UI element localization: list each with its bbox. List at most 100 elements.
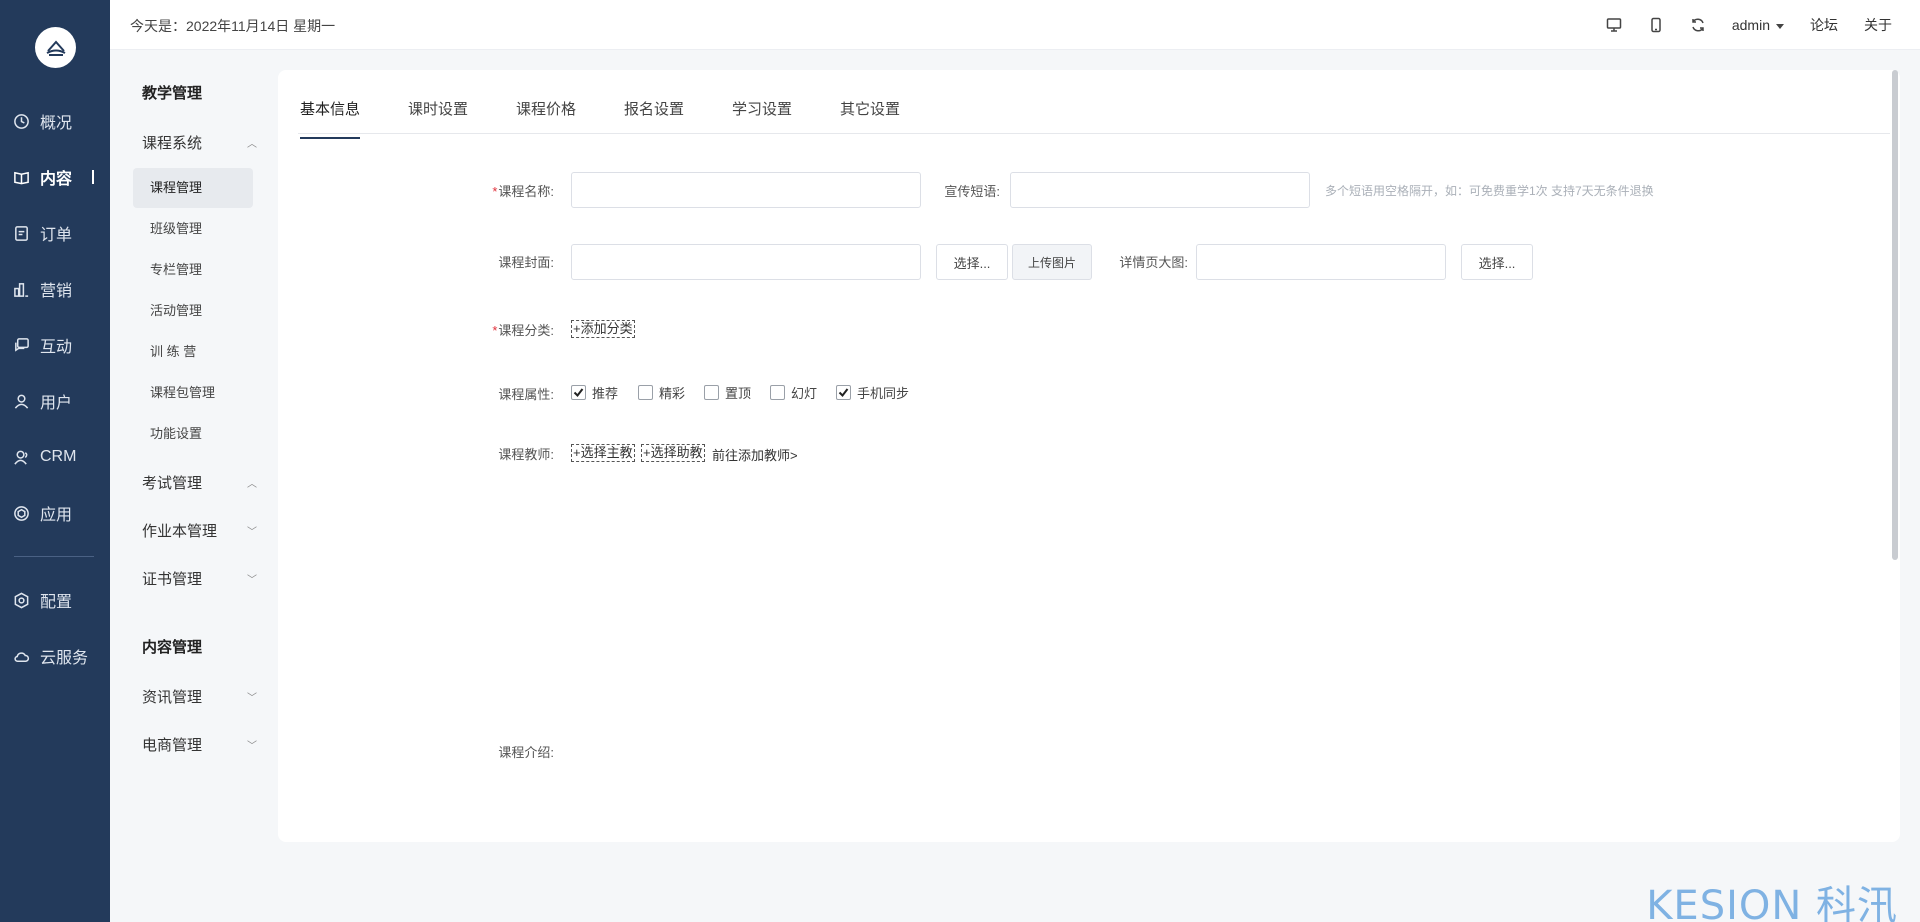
sub-item-activity-management[interactable]: 活动管理 xyxy=(133,291,253,331)
scrollbar[interactable] xyxy=(1892,70,1898,560)
course-form-card: 基本信息 课时设置 课程价格 报名设置 学习设置 其它设置 *课程名称: 宣传短… xyxy=(278,70,1900,842)
chevron-down-icon: ﹀ xyxy=(247,575,257,586)
attr-mobile-sync-checkbox[interactable]: 手机同步 xyxy=(836,383,909,402)
cover-input[interactable] xyxy=(571,244,921,280)
nav-item-config[interactable]: 配置 xyxy=(0,580,110,620)
tab-basic-info[interactable]: 基本信息 xyxy=(300,98,361,139)
sub-item-class-management[interactable]: 班级管理 xyxy=(133,209,253,249)
course-name-input[interactable] xyxy=(571,172,921,208)
contacts-icon xyxy=(12,448,30,466)
nav-label: 云服务 xyxy=(40,650,89,667)
tab-enrollment-settings[interactable]: 报名设置 xyxy=(624,98,684,137)
checkbox-unchecked-icon xyxy=(770,385,785,400)
detail-image-select-button[interactable]: 选择... xyxy=(1461,244,1533,280)
nav-divider xyxy=(14,556,94,557)
slogan-input[interactable] xyxy=(1010,172,1310,208)
sub-item-function-settings[interactable]: 功能设置 xyxy=(133,414,253,454)
attr-pin-top-checkbox[interactable]: 置顶 xyxy=(704,383,751,402)
tab-course-price[interactable]: 课程价格 xyxy=(516,98,576,137)
nav-item-crm[interactable]: CRM xyxy=(0,437,110,477)
checkbox-checked-icon xyxy=(836,385,851,400)
nav-label: 营销 xyxy=(40,283,73,300)
tab-other-settings[interactable]: 其它设置 xyxy=(840,98,900,137)
group-label: 课程系统 xyxy=(142,135,203,152)
required-mark: * xyxy=(492,184,498,199)
bar-chart-icon xyxy=(12,280,30,298)
nav-label: 用户 xyxy=(40,395,73,412)
group-homework-management[interactable]: 作业本管理 ﹀ xyxy=(142,520,257,541)
username: admin xyxy=(1731,17,1770,33)
checkbox-label: 置顶 xyxy=(725,386,752,401)
brand-watermark: KESION 科汛 xyxy=(1646,883,1898,922)
go-add-teacher-link[interactable]: 前往添加教师> xyxy=(712,445,798,464)
nav-item-marketing[interactable]: 营销 xyxy=(0,269,110,309)
checkbox-label: 推荐 xyxy=(592,386,619,401)
user-icon xyxy=(12,392,30,410)
about-link[interactable]: 关于 xyxy=(1864,15,1892,35)
nav-item-overview[interactable]: 概况 xyxy=(0,101,110,141)
teacher-label: 课程教师: xyxy=(498,447,554,462)
detail-image-input[interactable] xyxy=(1196,244,1446,280)
group-ecommerce-management[interactable]: 电商管理 ﹀ xyxy=(142,734,257,755)
intro-label: 课程介绍: xyxy=(498,745,554,760)
mobile-icon[interactable] xyxy=(1648,17,1664,33)
add-category-link[interactable]: +添加分类 xyxy=(571,320,635,338)
group-news-management[interactable]: 资讯管理 ﹀ xyxy=(142,686,257,707)
chevron-down-icon: ﹀ xyxy=(247,527,257,538)
attr-slideshow-checkbox[interactable]: 幻灯 xyxy=(770,383,817,402)
forum-link[interactable]: 论坛 xyxy=(1810,15,1838,35)
sub-item-column-management[interactable]: 专栏管理 xyxy=(133,250,253,290)
section-heading-content: 内容管理 xyxy=(142,639,203,656)
nav-item-apps[interactable]: 应用 xyxy=(0,493,110,533)
nav-item-users[interactable]: 用户 xyxy=(0,381,110,421)
course-name-label: *课程名称: xyxy=(478,181,554,200)
top-bar: 今天是：2022年11月14日 星期一 admin 论坛 关于 xyxy=(110,0,1920,50)
book-icon xyxy=(12,168,30,186)
logo-icon xyxy=(46,39,65,56)
checkbox-label: 精彩 xyxy=(659,386,686,401)
category-label: *课程分类: xyxy=(478,320,554,339)
tab-bar: 基本信息 课时设置 课程价格 报名设置 学习设置 其它设置 xyxy=(298,70,1890,139)
tab-lesson-settings[interactable]: 课时设置 xyxy=(408,98,468,137)
cube-icon xyxy=(12,504,30,522)
attr-recommend-checkbox[interactable]: 推荐 xyxy=(571,383,618,402)
refresh-icon[interactable] xyxy=(1690,17,1706,33)
checkbox-unchecked-icon xyxy=(704,385,719,400)
tab-study-settings[interactable]: 学习设置 xyxy=(732,98,792,137)
upload-image-button[interactable]: 上传图片 xyxy=(1012,244,1092,280)
cloud-icon xyxy=(12,647,30,665)
group-course-system[interactable]: 课程系统 ︿ xyxy=(142,132,257,153)
label-text: 课程名称: xyxy=(498,184,554,199)
sub-item-course-management[interactable]: 课程管理 xyxy=(133,168,253,208)
nav-item-orders[interactable]: 订单 xyxy=(0,213,110,253)
cover-select-button[interactable]: 选择... xyxy=(936,244,1008,280)
logo[interactable] xyxy=(35,27,76,68)
checkbox-label: 幻灯 xyxy=(791,386,818,401)
select-assistant-link[interactable]: +选择助教 xyxy=(641,444,705,462)
label-text: 课程分类: xyxy=(498,323,554,338)
group-label: 考试管理 xyxy=(142,475,203,492)
nav-item-interaction[interactable]: 互动 xyxy=(0,325,110,365)
desktop-icon[interactable] xyxy=(1606,17,1622,33)
checkbox-checked-icon xyxy=(571,385,586,400)
slogan-label: 宣传短语: xyxy=(944,184,1000,199)
secondary-sidebar: 教学管理 课程系统 ︿ 课程管理 班级管理 专栏管理 活动管理 训 练 营 课程包… xyxy=(110,50,265,922)
active-indicator xyxy=(92,170,94,184)
detail-image-label: 详情页大图: xyxy=(1119,255,1188,270)
top-actions: admin 论坛 关于 xyxy=(1606,0,1892,50)
select-main-teacher-link[interactable]: +选择主教 xyxy=(571,444,635,462)
group-exam-management[interactable]: 考试管理 ︿ xyxy=(142,472,257,493)
group-label: 资讯管理 xyxy=(142,689,203,706)
group-certificate-management[interactable]: 证书管理 ﹀ xyxy=(142,568,257,589)
nav-label: 概况 xyxy=(40,115,73,132)
user-menu[interactable]: admin xyxy=(1732,17,1784,33)
attr-featured-checkbox[interactable]: 精彩 xyxy=(638,383,685,402)
slogan-hint: 多个短语用空格隔开，如：可免费重学1次 支持7天无条件退换 xyxy=(1325,184,1654,198)
checkbox-label: 手机同步 xyxy=(857,386,910,401)
section-heading-teaching: 教学管理 xyxy=(142,85,203,102)
group-label: 证书管理 xyxy=(142,571,203,588)
main-sidebar: 概况 内容 订单 营销 互动 用户 CRM 应用 配置 云服务 xyxy=(0,0,110,922)
nav-item-cloud[interactable]: 云服务 xyxy=(0,636,110,676)
sub-item-course-package[interactable]: 课程包管理 xyxy=(133,373,253,413)
sub-item-training-camp[interactable]: 训 练 营 xyxy=(133,332,253,372)
